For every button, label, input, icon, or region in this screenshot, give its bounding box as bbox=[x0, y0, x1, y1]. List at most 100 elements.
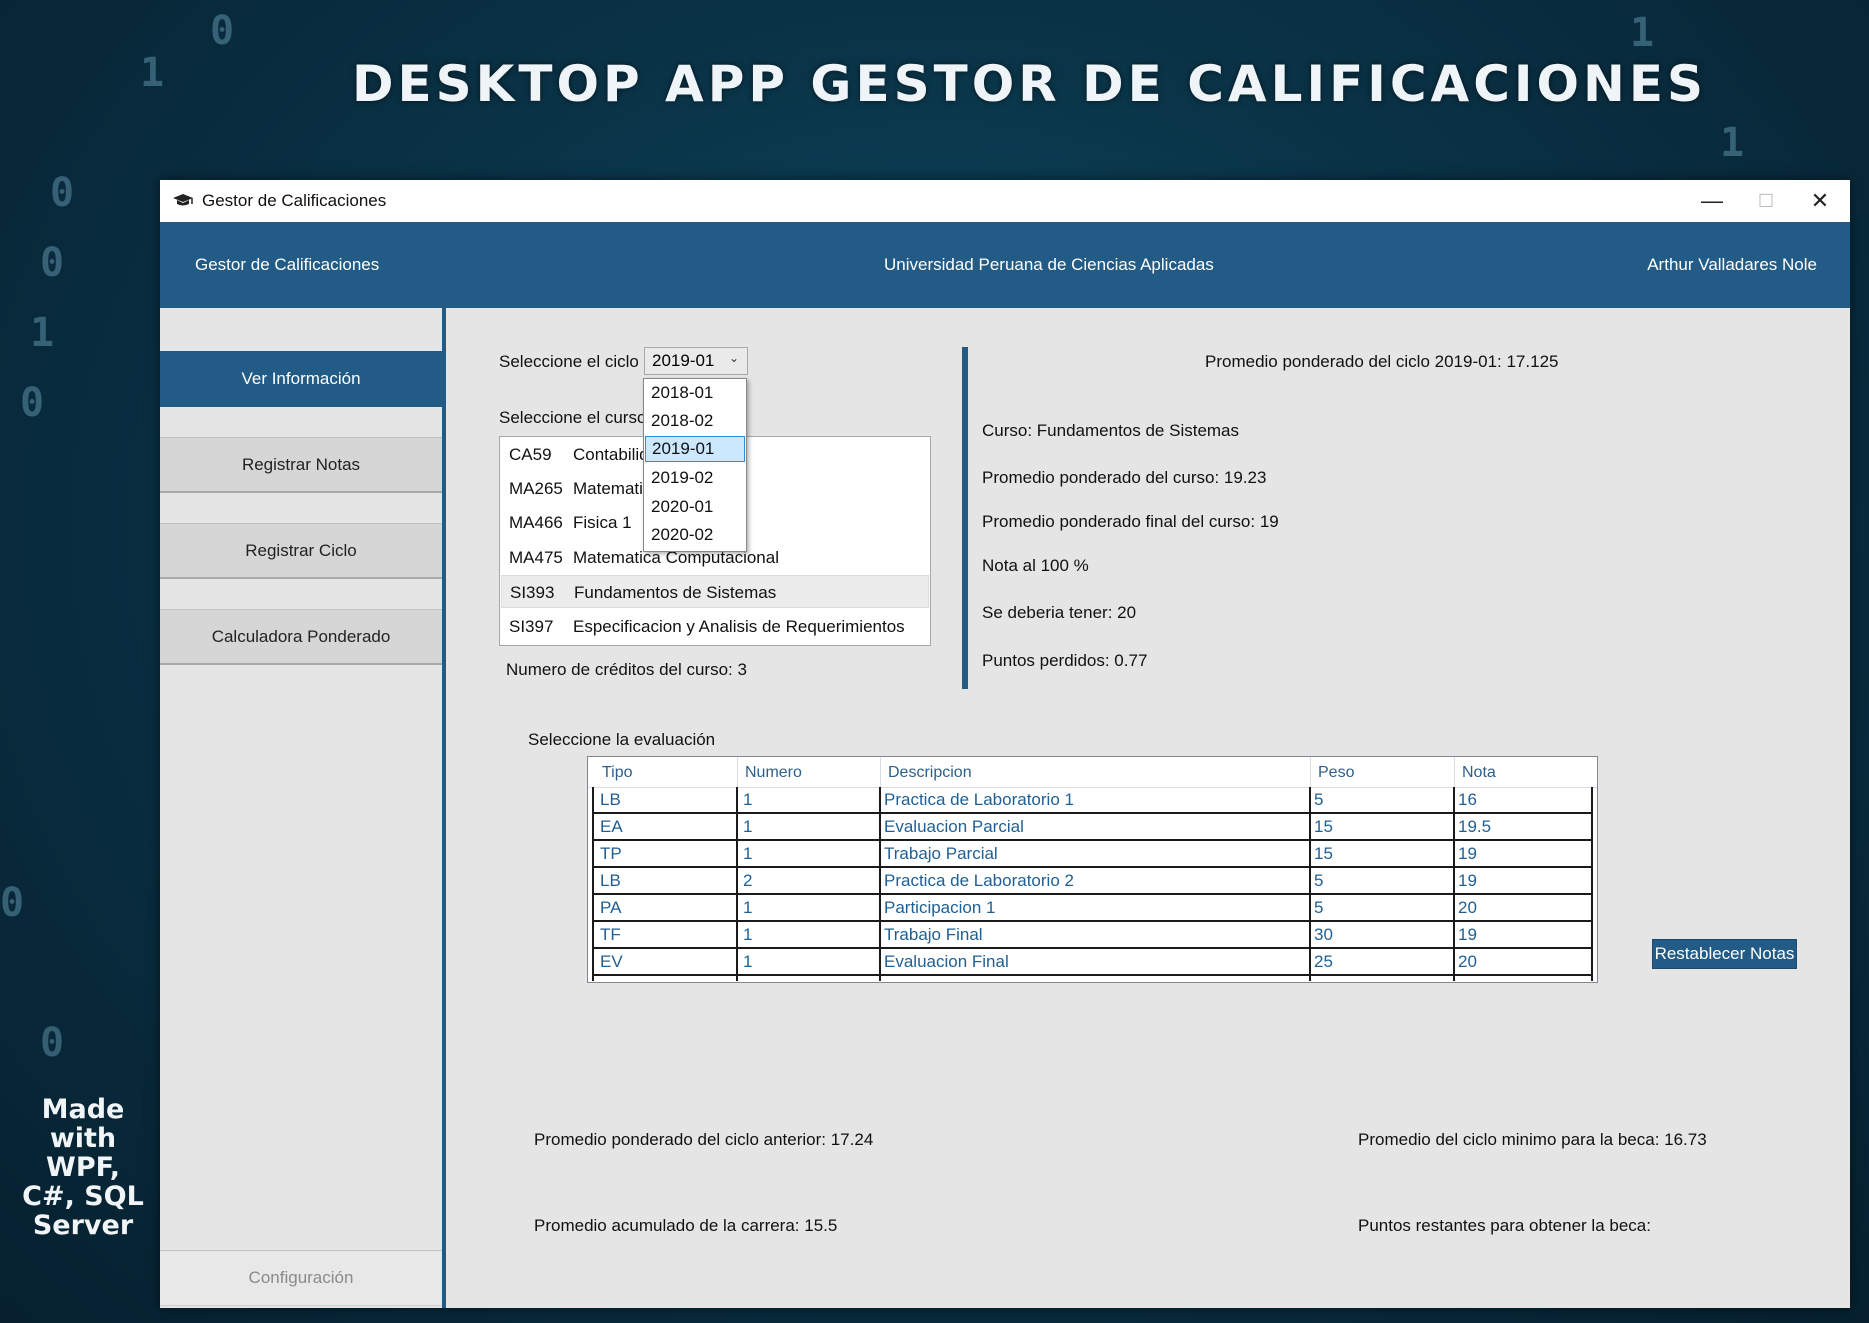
nav-calculadora-ponderado[interactable]: Calculadora Ponderado bbox=[160, 609, 442, 665]
made-with-line: WPF, bbox=[46, 1152, 120, 1183]
minimize-icon: — bbox=[1701, 188, 1723, 213]
table-row[interactable]: EV 1 Evaluacion Final 25 20 bbox=[592, 949, 1593, 976]
table-header: Tipo Numero Descripcion Peso Nota bbox=[588, 757, 1597, 788]
background-binary-digits: 0 bbox=[20, 380, 45, 426]
sidebar-divider bbox=[442, 308, 446, 1308]
evaluation-table[interactable]: Tipo Numero Descripcion Peso Nota LB 1 P… bbox=[587, 756, 1598, 983]
app-window: Gestor de Calificaciones — ☐ ✕ Gestor de… bbox=[160, 180, 1850, 1308]
cell-descripcion: Evaluacion Parcial bbox=[884, 817, 1024, 836]
scholarship-remaining-points: Puntos restantes para obtener la beca: bbox=[1358, 1216, 1651, 1235]
course-code: CA59 bbox=[509, 445, 552, 464]
cycle-combobox[interactable]: 2019-01 ⌄ bbox=[644, 347, 748, 375]
cell-descripcion: Practica de Laboratorio 1 bbox=[884, 790, 1074, 809]
summary-divider bbox=[962, 347, 968, 689]
cycle-option-selected[interactable]: 2019-01 bbox=[645, 436, 745, 462]
cycle-option[interactable]: 2018-01 bbox=[645, 380, 745, 406]
column-header-descripcion[interactable]: Descripcion bbox=[888, 764, 972, 782]
minimize-button[interactable]: — bbox=[1682, 180, 1742, 222]
course-name: Fundamentos de Sistemas bbox=[574, 583, 777, 602]
course-label: Seleccione el curso bbox=[499, 408, 647, 427]
cell-peso: 5 bbox=[1314, 871, 1324, 890]
header-app-name: Gestor de Calificaciones bbox=[195, 255, 380, 274]
cell-nota: 19 bbox=[1458, 844, 1477, 863]
title-bar[interactable]: Gestor de Calificaciones — ☐ ✕ bbox=[160, 180, 1850, 222]
cell-nota: 19 bbox=[1458, 871, 1477, 890]
column-separator bbox=[880, 757, 881, 787]
column-header-tipo[interactable]: Tipo bbox=[602, 764, 633, 782]
made-with-line: Server bbox=[32, 1210, 134, 1241]
table-row[interactable]: LB 1 Practica de Laboratorio 1 5 16 bbox=[592, 787, 1593, 814]
nav-registrar-notas[interactable]: Registrar Notas bbox=[160, 437, 442, 493]
cycle-dropdown-list[interactable]: 2018-01 2018-02 2019-01 2019-02 2020-01 … bbox=[643, 378, 747, 552]
cell-tipo: TP bbox=[600, 844, 622, 863]
header-university: Universidad Peruana de Ciencias Aplicada… bbox=[884, 255, 1214, 274]
cell-tipo: PA bbox=[600, 898, 622, 917]
chevron-down-icon: ⌄ bbox=[728, 351, 739, 365]
evaluation-label: Seleccione la evaluación bbox=[528, 730, 716, 749]
graduation-cap-icon bbox=[170, 192, 196, 210]
background-binary-digits: 0 bbox=[210, 8, 235, 54]
should-have-label: Se deberia tener: 20 bbox=[982, 603, 1137, 622]
cell-numero: 1 bbox=[743, 925, 753, 944]
background-binary-digits: 1 bbox=[1630, 10, 1655, 56]
cell-descripcion: Trabajo Final bbox=[884, 925, 983, 944]
column-separator bbox=[1454, 757, 1455, 787]
restore-grades-label: Restablecer Notas bbox=[1654, 944, 1795, 963]
column-header-nota[interactable]: Nota bbox=[1462, 764, 1496, 782]
cell-peso: 30 bbox=[1314, 925, 1333, 944]
app-header: Gestor de Calificaciones Universidad Per… bbox=[160, 222, 1850, 308]
column-separator bbox=[1310, 757, 1311, 787]
background-binary-digits: 0 bbox=[40, 240, 65, 286]
career-accumulated-average: Promedio acumulado de la carrera: 15.5 bbox=[534, 1216, 838, 1235]
cell-tipo: LB bbox=[600, 790, 621, 809]
cycle-option[interactable]: 2018-02 bbox=[645, 408, 745, 434]
cell-descripcion: Evaluacion Final bbox=[884, 952, 1009, 971]
maximize-button[interactable]: ☐ bbox=[1736, 180, 1796, 222]
cycle-label: Seleccione el ciclo bbox=[499, 352, 639, 371]
header-user-name: Arthur Valladares Nole bbox=[1647, 255, 1817, 274]
grade-100-label: Nota al 100 % bbox=[982, 556, 1089, 575]
nav-label: Registrar Ciclo bbox=[245, 540, 357, 560]
made-with-caption: Made with WPF, C#, SQL Server bbox=[8, 1095, 158, 1240]
cell-tipo: EV bbox=[600, 952, 623, 971]
course-code: MA265 bbox=[509, 479, 563, 498]
table-row[interactable]: TF 1 Trabajo Final 30 19 bbox=[592, 922, 1593, 949]
course-list-item[interactable]: SI397 Especificacion y Analisis de Reque… bbox=[501, 610, 929, 643]
column-header-numero[interactable]: Numero bbox=[745, 764, 802, 782]
cell-nota: 16 bbox=[1458, 790, 1477, 809]
course-name: Fisica 1 bbox=[573, 513, 632, 532]
made-with-line: Made bbox=[41, 1094, 125, 1125]
made-with-line: C#, SQL bbox=[22, 1181, 144, 1212]
made-with-line: with bbox=[49, 1123, 117, 1154]
cell-nota: 19 bbox=[1458, 925, 1477, 944]
cycle-option[interactable]: 2019-02 bbox=[645, 465, 745, 491]
course-list-item-selected[interactable]: SI393 Fundamentos de Sistemas bbox=[501, 575, 929, 608]
lost-points-label: Puntos perdidos: 0.77 bbox=[982, 651, 1148, 670]
column-separator bbox=[737, 757, 738, 787]
restore-grades-button[interactable]: Restablecer Notas bbox=[1652, 939, 1797, 969]
cell-tipo: EA bbox=[600, 817, 623, 836]
nav-registrar-ciclo[interactable]: Registrar Ciclo bbox=[160, 523, 442, 579]
cell-peso: 25 bbox=[1314, 952, 1333, 971]
cell-peso: 15 bbox=[1314, 844, 1333, 863]
cell-numero: 1 bbox=[743, 817, 753, 836]
cell-numero: 1 bbox=[743, 844, 753, 863]
table-row[interactable]: EA 1 Evaluacion Parcial 15 19.5 bbox=[592, 814, 1593, 841]
column-header-peso[interactable]: Peso bbox=[1318, 764, 1354, 782]
cycle-option[interactable]: 2020-02 bbox=[645, 522, 745, 548]
table-row[interactable]: PA 1 Participacion 1 5 20 bbox=[592, 895, 1593, 922]
close-button[interactable]: ✕ bbox=[1790, 180, 1850, 222]
table-row[interactable]: TP 1 Trabajo Parcial 15 19 bbox=[592, 841, 1593, 868]
background-binary-digits: 1 bbox=[30, 310, 55, 356]
cycle-weighted-average: Promedio ponderado del ciclo 2019-01: 17… bbox=[1205, 352, 1559, 371]
scholarship-minimum-average: Promedio del ciclo minimo para la beca: … bbox=[1358, 1130, 1707, 1149]
window-title: Gestor de Calificaciones bbox=[202, 191, 387, 210]
banner-title: DESKTOP APP GESTOR DE CALIFICACIONES bbox=[351, 55, 1708, 113]
nav-ver-informacion[interactable]: Ver Información bbox=[160, 351, 442, 407]
course-code: SI397 bbox=[509, 617, 554, 636]
nav-configuracion[interactable]: Configuración bbox=[160, 1250, 442, 1306]
nav-label: Configuración bbox=[248, 1268, 354, 1287]
cycle-option[interactable]: 2020-01 bbox=[645, 494, 745, 520]
cell-numero: 1 bbox=[743, 790, 753, 809]
table-row[interactable]: LB 2 Practica de Laboratorio 2 5 19 bbox=[592, 868, 1593, 895]
